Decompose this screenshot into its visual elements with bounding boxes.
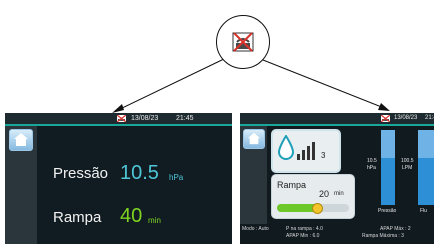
pressure-bar-value: 10.5 [367,158,377,164]
ramp-label: Rampa [53,209,102,226]
pressure-unit: hPa [169,173,184,182]
no-humidifier-status-icon [381,115,390,122]
status-bar: 13/08/23 21:45 [240,113,434,124]
water-drop-icon [278,135,294,160]
status-date: 13/08/23 [131,115,159,122]
accent-divider [240,124,434,126]
ramp-card-value: 20 [319,189,330,199]
flow-bar-track [418,130,434,158]
ramp-pressure-text: P na rampa : 4.0 [286,226,323,232]
apap-max-text: APAP Máx : 2 [380,226,411,232]
ramp-card[interactable]: Rampa 20 min [271,174,355,219]
device-screen-simple: 13/08/23 21:45 Pressão 10.5 hPa Rampa 40… [5,113,232,244]
home-icon [247,132,261,145]
ramp-unit: min [148,216,161,225]
home-button[interactable] [243,129,265,149]
callout-lines [112,57,390,113]
mode-text: Modo : Auto [242,226,269,232]
side-panel [240,126,267,224]
flow-bar-label: Flu [420,208,427,214]
humidifier-level: 3 [321,151,326,160]
status-date: 13/08/23 [394,115,418,121]
pressure-label: Pressão [53,165,109,182]
pressure-value: 10.5 [120,162,159,184]
signal-level-icon [297,142,315,160]
ramp-card-label: Rampa [277,180,307,190]
ramp-slider-knob[interactable] [311,203,323,214]
apap-min-text: APAP Min : 6.0 [286,233,320,239]
status-time: 21:45 [425,115,434,121]
ramp-slider-fill [277,204,317,212]
ramp-card-unit: min [334,191,344,197]
pressure-bar [381,158,395,205]
accent-divider [5,124,232,126]
ramp-max-text: Rampa Máxima : 3 [362,233,404,239]
status-time: 21:45 [176,115,194,122]
device-screen-detailed: 13/08/23 21:45 3 Rampa 20 min 10.5 hP [240,113,434,244]
pressure-bar-unit: hPa [367,165,376,171]
side-panel [5,126,37,244]
home-button[interactable] [9,129,33,151]
flow-bar [418,158,434,205]
no-humidifier-icon [232,32,254,52]
humidifier-card[interactable]: 3 [271,129,341,173]
status-bar: 13/08/23 21:45 [5,113,232,124]
callout-circle [216,15,270,69]
pressure-bar-label: Pressão [378,208,397,214]
flow-bar-unit: LPM [402,165,413,171]
home-icon [14,133,28,146]
no-humidifier-status-icon [117,115,126,122]
pressure-bar-track [381,130,395,158]
flow-bar-value: 100.5 [401,158,414,164]
ramp-value: 40 [120,205,143,227]
